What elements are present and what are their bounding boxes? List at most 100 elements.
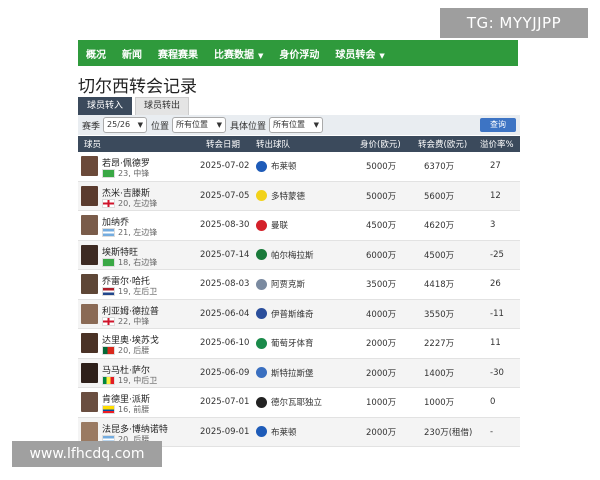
market-value: 4000万 bbox=[366, 309, 397, 320]
transfer-date: 2025-06-04 bbox=[200, 308, 250, 319]
from-club[interactable]: 德尔瓦耶独立 bbox=[256, 388, 322, 417]
chevron-down-icon: ▼ bbox=[216, 121, 223, 129]
player-avatar[interactable] bbox=[81, 303, 98, 324]
player-meta: 19, 左后卫 bbox=[102, 286, 157, 297]
nav-fixtures[interactable]: 赛程赛果 bbox=[150, 46, 206, 61]
from-club[interactable]: 阿贾克斯 bbox=[256, 270, 305, 299]
from-club[interactable]: 布莱顿 bbox=[256, 418, 297, 447]
player-meta: 19, 中后卫 bbox=[102, 375, 157, 386]
flag-icon bbox=[102, 198, 115, 208]
flag-icon bbox=[102, 316, 115, 326]
transfer-date: 2025-06-10 bbox=[200, 338, 250, 349]
from-club-name: 布莱顿 bbox=[271, 427, 297, 438]
flag-icon bbox=[102, 169, 115, 178]
from-club[interactable]: 伊普斯维奇 bbox=[256, 300, 314, 329]
nav-transfers-label: 球员转会 bbox=[335, 49, 376, 61]
player-number: 16 bbox=[118, 405, 129, 414]
chevron-down-icon: ▼ bbox=[313, 121, 320, 129]
from-club[interactable]: 布莱顿 bbox=[256, 152, 297, 181]
player-avatar[interactable] bbox=[81, 156, 98, 176]
table-row[interactable]: 马马杜·萨尔 19, 中后卫 2025-06-09 斯特拉斯堡 2000万 14… bbox=[78, 358, 520, 388]
player-position: 中后卫 bbox=[133, 375, 158, 385]
club-logo-icon bbox=[256, 219, 267, 231]
premium-rate: 11 bbox=[490, 338, 501, 349]
table-row[interactable]: 杰米·吉滕斯 20, 左边锋 2025-07-05 多特蒙德 5000万 560… bbox=[78, 181, 520, 211]
player-avatar[interactable] bbox=[81, 362, 98, 383]
from-club[interactable]: 曼联 bbox=[256, 211, 288, 240]
nav-overview[interactable]: 概况 bbox=[78, 46, 114, 61]
from-club-name: 布莱顿 bbox=[271, 162, 297, 173]
club-logo-icon bbox=[256, 190, 267, 202]
player-number: 19 bbox=[118, 375, 129, 385]
table-header: 球员 转会日期 转出球队 身价(欧元) 转会费(欧元) 溢价率% bbox=[78, 136, 520, 152]
player-position: 后腰 bbox=[133, 346, 150, 355]
transfer-fee: 4620万 bbox=[424, 221, 455, 232]
player-meta: 23, 中锋 bbox=[102, 168, 149, 179]
player-avatar[interactable] bbox=[81, 392, 98, 412]
player-avatar[interactable] bbox=[81, 333, 98, 353]
detail-position-select[interactable]: 所有位置 ▼ bbox=[269, 117, 324, 133]
transfer-fee: 230万(租借) bbox=[424, 427, 473, 438]
header-from[interactable]: 转出球队 bbox=[256, 136, 290, 152]
header-premium[interactable]: 溢价率% bbox=[480, 136, 514, 152]
premium-rate: 26 bbox=[490, 279, 501, 290]
watermark-top: TG: MYYJJPP bbox=[440, 8, 588, 38]
table-row[interactable]: 达里奥·埃苏戈 20, 后腰 2025-06-10 葡萄牙体育 2000万 22… bbox=[78, 329, 520, 359]
table-row[interactable]: 利亚姆·德拉普 22, 中锋 2025-06-04 伊普斯维奇 4000万 35… bbox=[78, 299, 520, 329]
player-avatar[interactable] bbox=[81, 185, 98, 206]
table-row[interactable]: 若昂·佩德罗 23, 中锋 2025-07-02 布莱顿 5000万 6370万… bbox=[78, 152, 520, 182]
player-number: 18 bbox=[118, 257, 129, 267]
page-title: 切尔西转会记录 bbox=[78, 77, 197, 97]
header-fee[interactable]: 转会费(欧元) bbox=[418, 136, 467, 152]
tab-transfers-out[interactable]: 球员转出 bbox=[135, 97, 190, 116]
premium-rate: 12 bbox=[490, 190, 501, 201]
table-row[interactable]: 埃斯特旺 18, 右边锋 2025-07-14 帕尔梅拉斯 6000万 4500… bbox=[78, 240, 520, 270]
from-club[interactable]: 斯特拉斯堡 bbox=[256, 359, 314, 388]
club-logo-icon bbox=[256, 426, 267, 438]
flag-icon bbox=[102, 405, 115, 414]
market-value: 6000万 bbox=[366, 250, 397, 261]
flag-icon bbox=[102, 375, 115, 385]
player-number: 22 bbox=[118, 316, 129, 326]
club-logo-icon bbox=[256, 308, 267, 320]
transfer-fee: 4500万 bbox=[424, 250, 455, 261]
player-number: 20 bbox=[118, 346, 129, 355]
flag-icon bbox=[102, 346, 115, 355]
tab-transfers-in[interactable]: 球员转入 bbox=[78, 97, 133, 116]
player-position: 左边锋 bbox=[133, 198, 158, 208]
transfer-date: 2025-08-30 bbox=[200, 220, 250, 231]
premium-rate: 27 bbox=[490, 161, 501, 172]
position-select[interactable]: 所有位置 ▼ bbox=[172, 117, 227, 133]
position-value: 所有位置 bbox=[176, 120, 209, 129]
player-avatar[interactable] bbox=[81, 274, 98, 294]
table-row[interactable]: 肯德里·派斯 16, 前腰 2025-07-01 德尔瓦耶独立 1000万 10… bbox=[78, 388, 520, 418]
transfer-fee: 1400万 bbox=[424, 368, 455, 379]
table-row[interactable]: 乔雷尔·哈托 19, 左后卫 2025-08-03 阿贾克斯 3500万 441… bbox=[78, 270, 520, 300]
nav-match-data-label: 比赛数据 bbox=[214, 49, 254, 61]
from-club-name: 葡萄牙体育 bbox=[271, 339, 314, 350]
market-value: 2000万 bbox=[366, 427, 397, 438]
nav-news[interactable]: 新闻 bbox=[114, 46, 150, 61]
from-club[interactable]: 多特蒙德 bbox=[256, 182, 305, 211]
from-club-name: 阿贾克斯 bbox=[271, 280, 306, 291]
player-number: 21 bbox=[118, 228, 129, 237]
player-avatar[interactable] bbox=[81, 421, 98, 442]
from-club[interactable]: 葡萄牙体育 bbox=[256, 329, 314, 358]
nav-value-change[interactable]: 身价浮动 bbox=[271, 46, 327, 61]
nav-match-data[interactable]: 比赛数据 ▼ bbox=[206, 46, 271, 61]
nav-transfers[interactable]: 球员转会 ▼ bbox=[327, 46, 392, 61]
header-player[interactable]: 球员 bbox=[84, 136, 101, 152]
player-avatar[interactable] bbox=[81, 244, 98, 265]
player-avatar[interactable] bbox=[81, 215, 98, 235]
premium-rate: -30 bbox=[490, 367, 504, 378]
season-select[interactable]: 25/26 ▼ bbox=[103, 117, 148, 133]
player-meta: 20, 后腰 bbox=[102, 345, 149, 356]
search-button[interactable]: 查询 bbox=[480, 118, 516, 132]
from-club[interactable]: 帕尔梅拉斯 bbox=[256, 241, 314, 270]
top-navigation: 概况 新闻 赛程赛果 比赛数据 ▼ 身价浮动 球员转会 ▼ bbox=[78, 40, 518, 66]
table-row[interactable]: 加纳乔 21, 左边锋 2025-08-30 曼联 4500万 4620万 3 bbox=[78, 211, 520, 241]
header-date[interactable]: 转会日期 bbox=[206, 136, 240, 152]
header-value[interactable]: 身价(欧元) bbox=[360, 136, 401, 152]
chevron-down-icon: ▼ bbox=[379, 51, 385, 60]
detail-position-label: 具体位置 bbox=[230, 121, 267, 132]
